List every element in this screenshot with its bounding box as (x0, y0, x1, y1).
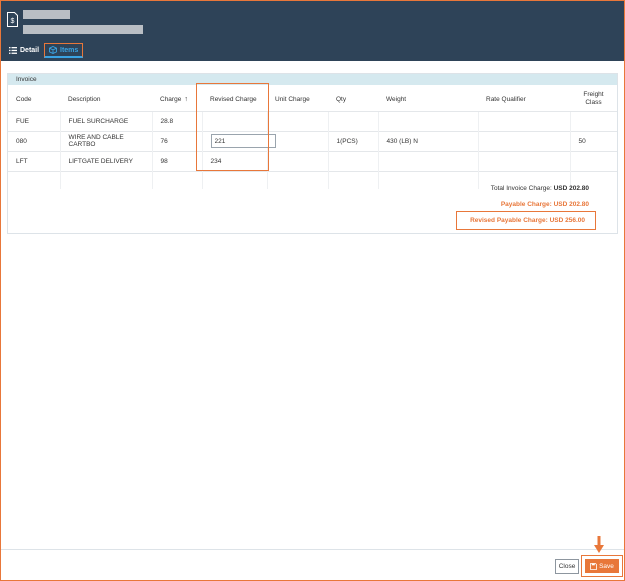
svg-text:$: $ (11, 18, 15, 25)
tab-items[interactable]: Items (44, 43, 83, 58)
tab-detail[interactable]: Detail (9, 43, 39, 58)
redacted-title (23, 10, 70, 19)
cell-rate-qualifier (477, 130, 570, 151)
col-header-weight[interactable]: Weight (378, 88, 478, 111)
revised-payable-value: USD 256.00 (549, 217, 585, 224)
cell-qty (327, 110, 378, 131)
col-header-rate-qualifier[interactable]: Rate Qualifier (478, 88, 570, 111)
payable-value: USD 202.80 (553, 201, 589, 208)
table-row: FUE FUEL SURCHARGE 28.8 (8, 110, 617, 131)
save-button-highlight: Save (581, 555, 623, 577)
col-header-code[interactable]: Code (8, 88, 60, 111)
tab-detail-label: Detail (20, 47, 40, 54)
total-invoice-value: USD 202.80 (553, 185, 589, 192)
cell-unit-charge (266, 150, 328, 171)
cell-qty (327, 150, 378, 171)
cell-weight: 430 (LB) N (377, 130, 478, 151)
col-header-charge-label: Charge (160, 95, 182, 103)
cell-freight-class (569, 150, 617, 171)
cell-unit-charge (266, 130, 328, 151)
floppy-disk-icon (590, 562, 597, 570)
cell-code: FUE (8, 110, 60, 131)
cell-revised-charge-edit (201, 130, 276, 151)
col-header-freight-class[interactable]: Freight Class (570, 88, 617, 111)
cell-freight-class (569, 110, 617, 131)
save-button-label: Save (599, 562, 614, 570)
col-header-description[interactable]: Description (60, 88, 152, 111)
revised-payable-charge: Revised Payable Charge: USD 256.00 (456, 211, 596, 230)
cell-rate-qualifier (477, 150, 570, 171)
invoice-items-table: Code Description Charge ↑ Revised Charge … (8, 88, 617, 189)
col-header-revised-charge[interactable]: Revised Charge (202, 88, 267, 111)
revised-payable-label: Revised Payable Charge: (470, 217, 548, 224)
cell-description: FUEL SURCHARGE (59, 110, 152, 131)
cell-code: 080 (8, 130, 60, 151)
list-icon (9, 47, 17, 54)
cell-weight (377, 150, 478, 171)
cell-description: WIRE AND CABLE CARTBO (59, 130, 152, 151)
table-row: 080 WIRE AND CABLE CARTBO 76 1(PCS) 430 … (8, 130, 617, 151)
cell-charge: 76 (151, 130, 202, 151)
close-button[interactable]: Close (555, 559, 579, 574)
cell-charge: 28.8 (151, 110, 202, 131)
cell-weight (377, 110, 478, 131)
box-icon (49, 46, 57, 54)
payable-label: Payable Charge: (500, 201, 552, 208)
table-header-row: Code Description Charge ↑ Revised Charge … (8, 88, 617, 111)
cell-freight-class: 50 (569, 130, 617, 151)
invoice-document-icon: $ (7, 12, 18, 27)
tab-items-label: Items (60, 46, 79, 54)
total-invoice-label: Total Invoice Charge: (490, 185, 552, 192)
cell-unit-charge (266, 110, 328, 131)
window-frame: $ Detail Items Invoice Code Description … (0, 0, 625, 581)
cell-rate-qualifier (477, 110, 570, 131)
invoice-panel: Invoice Code Description Charge ↑ Revised… (7, 73, 618, 234)
cell-qty: 1(PCS) (327, 130, 378, 151)
cell-charge: 98 (151, 150, 202, 171)
col-header-unit-charge[interactable]: Unit Charge (267, 88, 328, 111)
table-row: LFT LIFTGATE DELIVERY 98 234 (8, 150, 617, 171)
total-invoice-charge: Total Invoice Charge: USD 202.80 (491, 185, 589, 192)
cell-description: LIFTGATE DELIVERY (59, 150, 152, 171)
footer-divider (1, 549, 624, 550)
cell-revised-charge[interactable] (201, 110, 267, 131)
col-header-qty[interactable]: Qty (328, 88, 378, 111)
cell-revised-charge[interactable]: 234 (201, 150, 267, 171)
arrow-down-icon (594, 536, 604, 553)
sort-ascending-icon: ↑ (184, 95, 188, 103)
cell-code: LFT (8, 150, 60, 171)
col-header-charge[interactable]: Charge ↑ (152, 88, 202, 111)
redacted-subtitle (23, 25, 143, 34)
save-button[interactable]: Save (585, 559, 619, 573)
payable-charge: Payable Charge: USD 202.80 (501, 201, 589, 208)
invoice-panel-title: Invoice (8, 74, 617, 85)
header-bar: $ Detail Items (1, 1, 624, 61)
revised-charge-input[interactable] (210, 134, 276, 148)
